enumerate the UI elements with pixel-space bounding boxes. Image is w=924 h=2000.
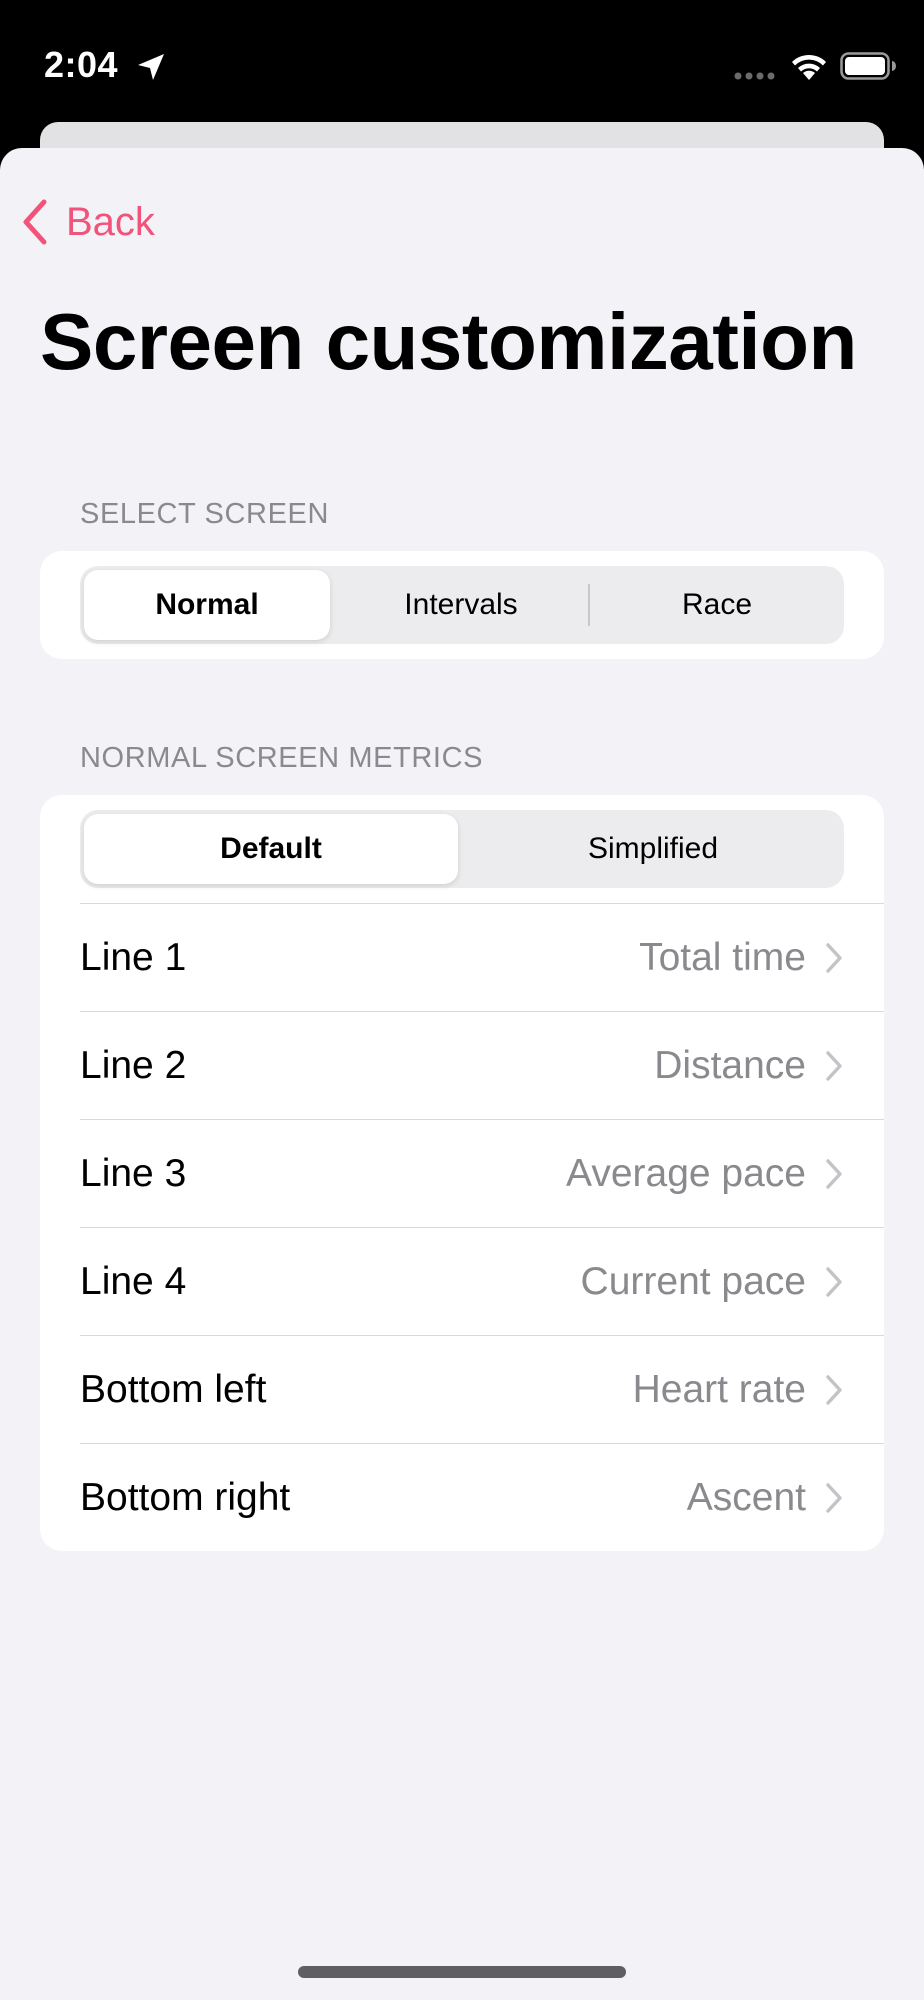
chevron-right-icon xyxy=(826,1483,842,1513)
row-label: Line 3 xyxy=(80,1152,187,1195)
row-label: Line 1 xyxy=(80,936,187,979)
screen-segmented-control: Normal Intervals Race xyxy=(80,566,844,644)
back-label: Back xyxy=(66,199,155,244)
segment-divider xyxy=(588,584,590,626)
status-bar: 2:04 xyxy=(0,0,924,140)
chevron-right-icon xyxy=(826,1051,842,1081)
segment-simplified[interactable]: Simplified xyxy=(466,814,840,884)
row-value: Current pace xyxy=(580,1260,806,1303)
row-label: Line 4 xyxy=(80,1260,187,1303)
metrics-header: NORMAL SCREEN METRICS xyxy=(80,742,484,774)
status-time: 2:04 xyxy=(44,44,119,85)
chevron-right-icon xyxy=(826,1267,842,1297)
segment-intervals[interactable]: Intervals xyxy=(338,570,584,640)
row-value: Distance xyxy=(654,1044,806,1087)
chevron-right-icon xyxy=(826,1159,842,1189)
chevron-right-icon xyxy=(826,1375,842,1405)
row-label: Line 2 xyxy=(80,1044,187,1087)
metric-row-bottom-left[interactable]: Bottom left Heart rate xyxy=(80,1335,884,1444)
metrics-card: Default Simplified Line 1 Total time Lin… xyxy=(40,795,884,1551)
metrics-segmented-control: Default Simplified xyxy=(80,810,844,888)
metric-row-bottom-right[interactable]: Bottom right Ascent xyxy=(80,1443,884,1552)
page-title: Screen customization xyxy=(40,297,857,386)
cellular-signal-icon xyxy=(734,72,775,80)
back-button[interactable]: Back xyxy=(20,192,155,252)
chevron-left-icon xyxy=(23,199,47,245)
metric-row-line-3[interactable]: Line 3 Average pace xyxy=(80,1119,884,1228)
row-value: Heart rate xyxy=(632,1368,806,1411)
metric-row-line-2[interactable]: Line 2 Distance xyxy=(80,1011,884,1120)
segment-default[interactable]: Default xyxy=(84,814,458,884)
metric-row-line-4[interactable]: Line 4 Current pace xyxy=(80,1227,884,1336)
row-value: Average pace xyxy=(566,1152,806,1195)
screen-customization-sheet: Back Screen customization SELECT SCREEN … xyxy=(0,148,924,2000)
location-arrow-icon xyxy=(138,54,164,80)
segment-race[interactable]: Race xyxy=(594,570,840,640)
wifi-icon xyxy=(792,54,826,80)
chevron-right-icon xyxy=(826,943,842,973)
segment-normal[interactable]: Normal xyxy=(84,570,330,640)
row-value: Total time xyxy=(639,936,806,979)
home-indicator[interactable] xyxy=(298,1966,626,1978)
select-screen-header: SELECT SCREEN xyxy=(80,498,330,530)
row-label: Bottom left xyxy=(80,1368,267,1411)
metric-row-line-1[interactable]: Line 1 Total time xyxy=(80,903,884,1012)
select-screen-card: Normal Intervals Race xyxy=(40,551,884,659)
row-label: Bottom right xyxy=(80,1476,291,1519)
battery-icon xyxy=(840,52,896,80)
row-value: Ascent xyxy=(686,1476,806,1519)
